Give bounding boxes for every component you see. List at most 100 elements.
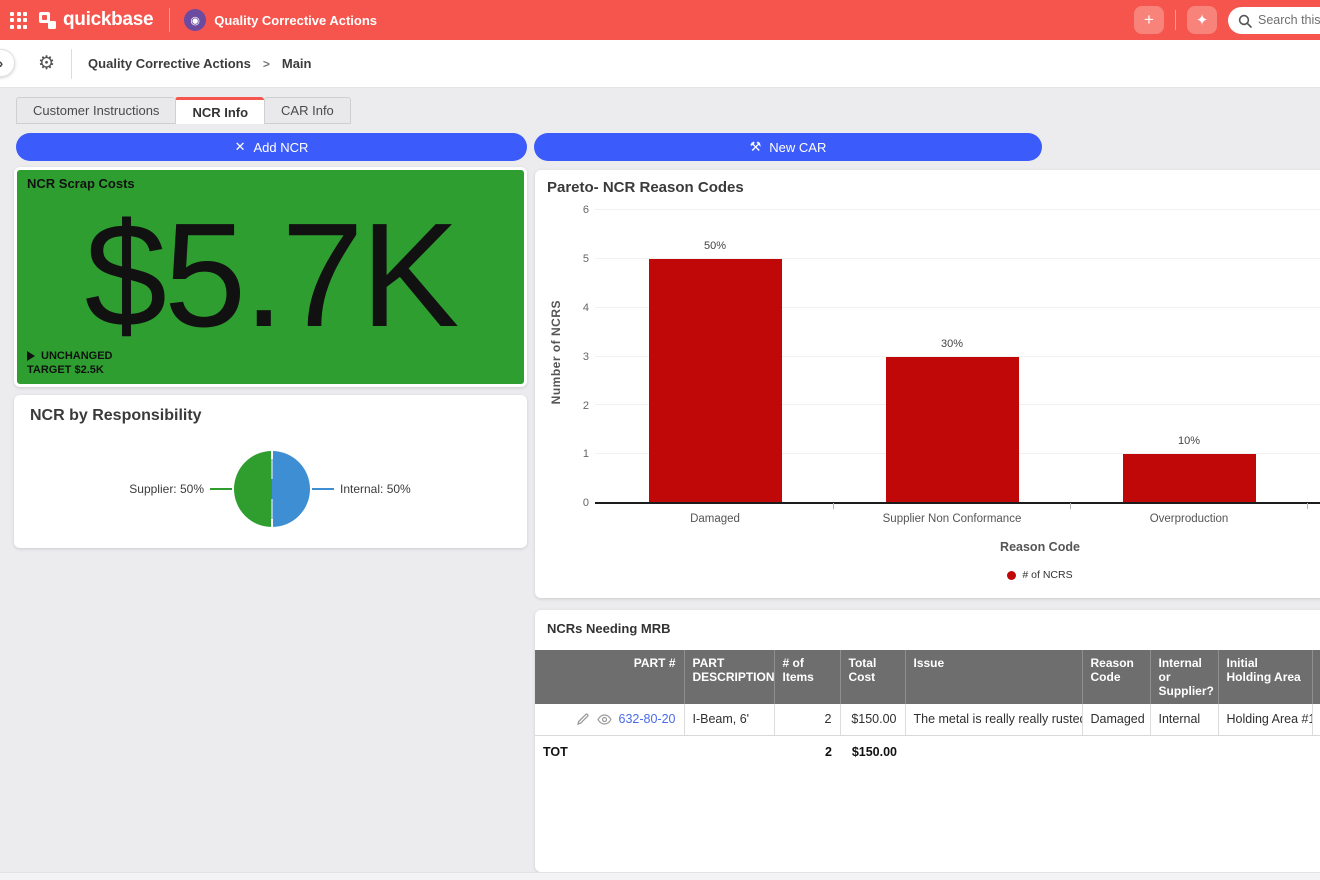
page-tabs: Customer Instructions NCR Info CAR Info xyxy=(16,97,351,124)
tab-car-info[interactable]: CAR Info xyxy=(264,97,351,124)
table-header-row: PART # PART DESCRIPTION # of Items Total… xyxy=(535,650,1320,704)
kpi-ncr-scrap-costs-card: NCR Scrap Costs $5.7K UNCHANGED TARGET $… xyxy=(14,167,527,387)
total-items: 2 xyxy=(774,735,840,766)
quickbase-wordmark: quickbase xyxy=(63,9,153,31)
quickbase-logo[interactable]: quickbase xyxy=(39,9,153,31)
topbar-right-divider xyxy=(1175,10,1176,30)
add-ncr-button[interactable]: ✕ Add NCR xyxy=(16,133,527,161)
gridline xyxy=(595,209,1320,210)
cell-total-cost: $150.00 xyxy=(840,704,905,735)
edit-pencil-icon[interactable] xyxy=(576,712,590,726)
pie-chart[interactable] xyxy=(234,451,310,527)
y-tick-5: 5 xyxy=(559,252,589,266)
app-switcher-icon[interactable] xyxy=(10,12,27,29)
breadcrumb-page[interactable]: Main xyxy=(282,56,312,71)
gear-icon[interactable]: ⚙ xyxy=(38,54,55,73)
header-issue[interactable]: Issue xyxy=(905,650,1082,704)
breadcrumb-app-link[interactable]: Quality Corrective Actions xyxy=(88,56,251,71)
header-clipped-column[interactable]: M xyxy=(1312,650,1320,704)
x-tick-mark xyxy=(1307,503,1308,509)
bar-data-label: 30% xyxy=(886,338,1019,350)
table-total-row: TOT 2 $150.00 xyxy=(535,735,1320,766)
pie-callout-line-internal xyxy=(312,488,334,490)
kpi-status-text: UNCHANGED xyxy=(41,350,113,362)
legend-dot-icon xyxy=(1007,571,1016,580)
y-tick-2: 2 xyxy=(559,399,589,413)
x-category-label: Overproduction xyxy=(1079,513,1299,525)
pie-chart-title: NCR by Responsibility xyxy=(30,407,202,425)
legend-label: # of NCRS xyxy=(1022,569,1072,581)
x-category-label: Supplier Non Conformance xyxy=(842,513,1062,525)
chart-legend[interactable]: # of NCRS xyxy=(595,569,1320,581)
new-car-button[interactable]: ⚒ New CAR xyxy=(534,133,1042,161)
header-reason-code[interactable]: Reason Code xyxy=(1082,650,1150,704)
app-title[interactable]: Quality Corrective Actions xyxy=(214,13,377,28)
eye-icon[interactable] xyxy=(597,714,612,725)
x-tick-mark xyxy=(833,503,834,509)
tab-customer-instructions[interactable]: Customer Instructions xyxy=(16,97,175,124)
ai-sparkle-button[interactable]: ✦ xyxy=(1187,6,1217,34)
cell-initial-holding-area: Holding Area #1 xyxy=(1218,704,1312,735)
table-row[interactable]: 632-80-20 I-Beam, 6' 2 $150.00 The metal… xyxy=(535,704,1320,735)
cell-internal-or-supplier: Internal xyxy=(1150,704,1218,735)
pie-label-supplier: Supplier: 50% xyxy=(129,482,204,496)
pareto-plot-area: 50% 30% 10% xyxy=(595,210,1320,503)
quickbase-logo-icon xyxy=(39,12,56,29)
gavel-icon: ⚒ xyxy=(750,139,762,155)
bar-data-label: 10% xyxy=(1123,435,1256,447)
breadcrumb-bar: › ⚙ Quality Corrective Actions > Main xyxy=(0,40,1320,88)
add-button[interactable]: + xyxy=(1134,6,1164,34)
ncrs-needing-mrb-table: PART # PART DESCRIPTION # of Items Total… xyxy=(535,650,1320,766)
header-part-description[interactable]: PART DESCRIPTION xyxy=(684,650,774,704)
bar-supplier-non-conformance[interactable] xyxy=(886,357,1019,504)
cell-part-description: I-Beam, 6' xyxy=(684,704,774,735)
x-axis-title: Reason Code xyxy=(595,540,1320,554)
bar-damaged[interactable] xyxy=(649,259,782,503)
topbar-divider xyxy=(169,8,170,32)
cell-clipped: I xyxy=(1312,704,1320,735)
header-items[interactable]: # of Items xyxy=(774,650,840,704)
quickbase-dashboard: quickbase ◉ Quality Corrective Actions +… xyxy=(0,0,1320,880)
expand-sidebar-button[interactable]: › xyxy=(0,49,15,77)
horizontal-scrollbar[interactable] xyxy=(0,872,1320,880)
tab-ncr-info[interactable]: NCR Info xyxy=(175,97,264,124)
y-tick-6: 6 xyxy=(559,203,589,217)
x-tick-mark xyxy=(1070,503,1071,509)
x-category-label: Damaged xyxy=(605,513,825,525)
kpi-value: $5.7K xyxy=(17,188,524,364)
x-axis-line xyxy=(595,502,1320,505)
pareto-chart-card: Pareto- NCR Reason Codes Number of NCRS … xyxy=(535,170,1320,598)
x-icon: ✕ xyxy=(235,139,246,155)
cell-reason-code: Damaged xyxy=(1082,704,1150,735)
new-car-label: New CAR xyxy=(769,140,826,155)
y-tick-4: 4 xyxy=(559,301,589,315)
add-ncr-label: Add NCR xyxy=(253,140,308,155)
header-internal-or-supplier[interactable]: Internal or Supplier? xyxy=(1150,650,1218,704)
app-avatar-icon[interactable]: ◉ xyxy=(184,9,206,31)
ncrs-needing-mrb-card: NCRs Needing MRB PART # PART DESCRIPTION… xyxy=(535,610,1320,872)
table-title: NCRs Needing MRB xyxy=(547,621,671,636)
search-icon xyxy=(1238,14,1252,28)
part-number-link[interactable]: 632-80-20 xyxy=(619,712,676,726)
breadcrumb-chevron-icon: > xyxy=(263,57,270,71)
bar-overproduction[interactable] xyxy=(1123,454,1256,503)
breadcrumb-divider xyxy=(71,49,72,79)
pie-chart-card: NCR by Responsibility Supplier: 50% Inte… xyxy=(14,395,527,548)
header-initial-holding-area[interactable]: Initial Holding Area xyxy=(1218,650,1312,704)
total-cost: $150.00 xyxy=(840,735,905,766)
kpi-target-text: TARGET $2.5K xyxy=(27,364,113,376)
header-part-number[interactable]: PART # xyxy=(535,650,684,704)
bar-data-label: 50% xyxy=(649,240,782,252)
y-tick-1: 1 xyxy=(559,447,589,461)
pie-label-internal: Internal: 50% xyxy=(340,482,411,496)
cell-issue: The metal is really really rusted xyxy=(905,704,1082,735)
pie-callout-line-supplier xyxy=(210,488,232,490)
pareto-chart-title: Pareto- NCR Reason Codes xyxy=(547,179,744,196)
y-tick-0: 0 xyxy=(559,496,589,510)
header-total-cost[interactable]: Total Cost xyxy=(840,650,905,704)
play-icon xyxy=(27,351,35,361)
y-tick-3: 3 xyxy=(559,350,589,364)
top-bar: quickbase ◉ Quality Corrective Actions +… xyxy=(0,0,1320,40)
cell-items: 2 xyxy=(774,704,840,735)
total-label: TOT xyxy=(535,735,684,766)
